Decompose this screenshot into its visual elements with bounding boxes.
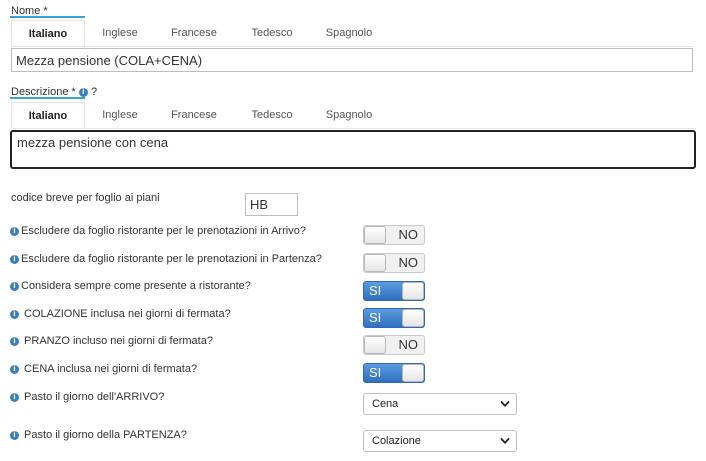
toggle-state: SI [369, 365, 382, 380]
nome-tabs-divider [11, 46, 693, 47]
toggle-state: NO [398, 255, 419, 270]
pasto-partenza-select[interactable]: Colazione [363, 430, 517, 452]
toggle-state: SI [369, 310, 382, 325]
toggle-knob [402, 282, 424, 300]
nome-input[interactable] [11, 48, 693, 72]
toggle-state: NO [398, 337, 419, 352]
toggle-escludere-partenza[interactable]: NO [363, 253, 425, 273]
select-value: Cena [372, 398, 399, 410]
info-icon: i [10, 430, 19, 440]
chevron-down-icon [500, 401, 510, 407]
descrizione-tab-francese[interactable]: Francese [155, 102, 233, 128]
label-text: Escludere da foglio ristorante per le pr… [21, 253, 322, 265]
toggle-state: SI [369, 283, 382, 298]
label-text: COLAZIONE inclusa nei giorni di fermata? [21, 308, 231, 320]
descrizione-language-tabs: Italiano Inglese Francese Tedesco Spagno… [11, 102, 387, 128]
toggle-cena-inclusa[interactable]: SI [363, 363, 425, 383]
descrizione-tab-tedesco[interactable]: Tedesco [233, 102, 311, 128]
toggle-row-label-partenza: i Escludere da foglio ristorante per le p… [10, 253, 322, 266]
nome-tab-italiano[interactable]: Italiano [11, 20, 85, 46]
select-row-label-partenza: i Pasto il giorno della PARTENZA? [10, 429, 187, 442]
pasto-arrivo-select[interactable]: Cena [363, 393, 517, 415]
toggle-row-label-colazione: i COLAZIONE inclusa nei giorni di fermat… [10, 308, 231, 321]
descrizione-help[interactable]: ? [91, 86, 97, 98]
toggle-row-label-pranzo: i PRANZO incluso nei giorni di fermata? [10, 335, 213, 348]
descrizione-tabs-divider [11, 128, 696, 129]
info-icon: i [10, 309, 19, 319]
label-text: Escludere da foglio ristorante per le pr… [21, 225, 306, 237]
nome-tab-spagnolo[interactable]: Spagnolo [311, 20, 387, 46]
label-text: Pasto il giorno dell'ARRIVO? [21, 391, 165, 403]
label-text: Considera sempre come presente a ristora… [21, 280, 251, 292]
descrizione-tab-italiano[interactable]: Italiano [11, 102, 85, 128]
codice-label: codice breve per foglio ai piani [11, 192, 160, 204]
label-text: CENA inclusa nei giorni di fermata? [21, 363, 198, 375]
toggle-state: NO [398, 227, 419, 242]
info-icon: i [10, 364, 19, 374]
info-icon: i [10, 281, 19, 291]
info-icon: i [10, 254, 19, 264]
select-row-label-arrivo: i Pasto il giorno dell'ARRIVO? [10, 391, 164, 404]
toggle-row-label-cena: i CENA inclusa nei giorni di fermata? [10, 363, 197, 376]
toggle-knob [402, 309, 424, 327]
descrizione-label-underline [10, 97, 85, 99]
toggle-presente-ristorante[interactable]: SI [363, 281, 425, 301]
toggle-colazione-inclusa[interactable]: SI [363, 308, 425, 328]
nome-tab-francese[interactable]: Francese [155, 20, 233, 46]
codice-input[interactable] [245, 193, 298, 216]
select-value: Colazione [372, 435, 421, 447]
info-icon: i [10, 336, 19, 346]
info-icon: i [10, 392, 19, 402]
chevron-down-icon [500, 438, 510, 444]
toggle-knob [402, 364, 424, 382]
info-icon: i [10, 226, 19, 236]
toggle-knob [364, 226, 386, 244]
descrizione-tab-spagnolo[interactable]: Spagnolo [311, 102, 387, 128]
toggle-escludere-arrivo[interactable]: NO [363, 225, 425, 245]
nome-tab-tedesco[interactable]: Tedesco [233, 20, 311, 46]
toggle-knob [364, 336, 386, 354]
toggle-row-label-presente: i Considera sempre come presente a ristor… [10, 280, 251, 293]
descrizione-textarea[interactable]: mezza pensione con cena [10, 130, 696, 169]
toggle-row-label-arrivo: i Escludere da foglio ristorante per le p… [10, 225, 306, 238]
descrizione-tab-inglese[interactable]: Inglese [85, 102, 155, 128]
nome-language-tabs: Italiano Inglese Francese Tedesco Spagno… [11, 20, 387, 46]
label-text: PRANZO incluso nei giorni di fermata? [21, 335, 213, 347]
toggle-pranzo-incluso[interactable]: NO [363, 335, 425, 355]
label-text: Pasto il giorno della PARTENZA? [21, 429, 187, 441]
nome-tab-inglese[interactable]: Inglese [85, 20, 155, 46]
info-icon[interactable]: i [78, 87, 88, 97]
toggle-knob [364, 254, 386, 272]
nome-label-underline [10, 16, 85, 18]
